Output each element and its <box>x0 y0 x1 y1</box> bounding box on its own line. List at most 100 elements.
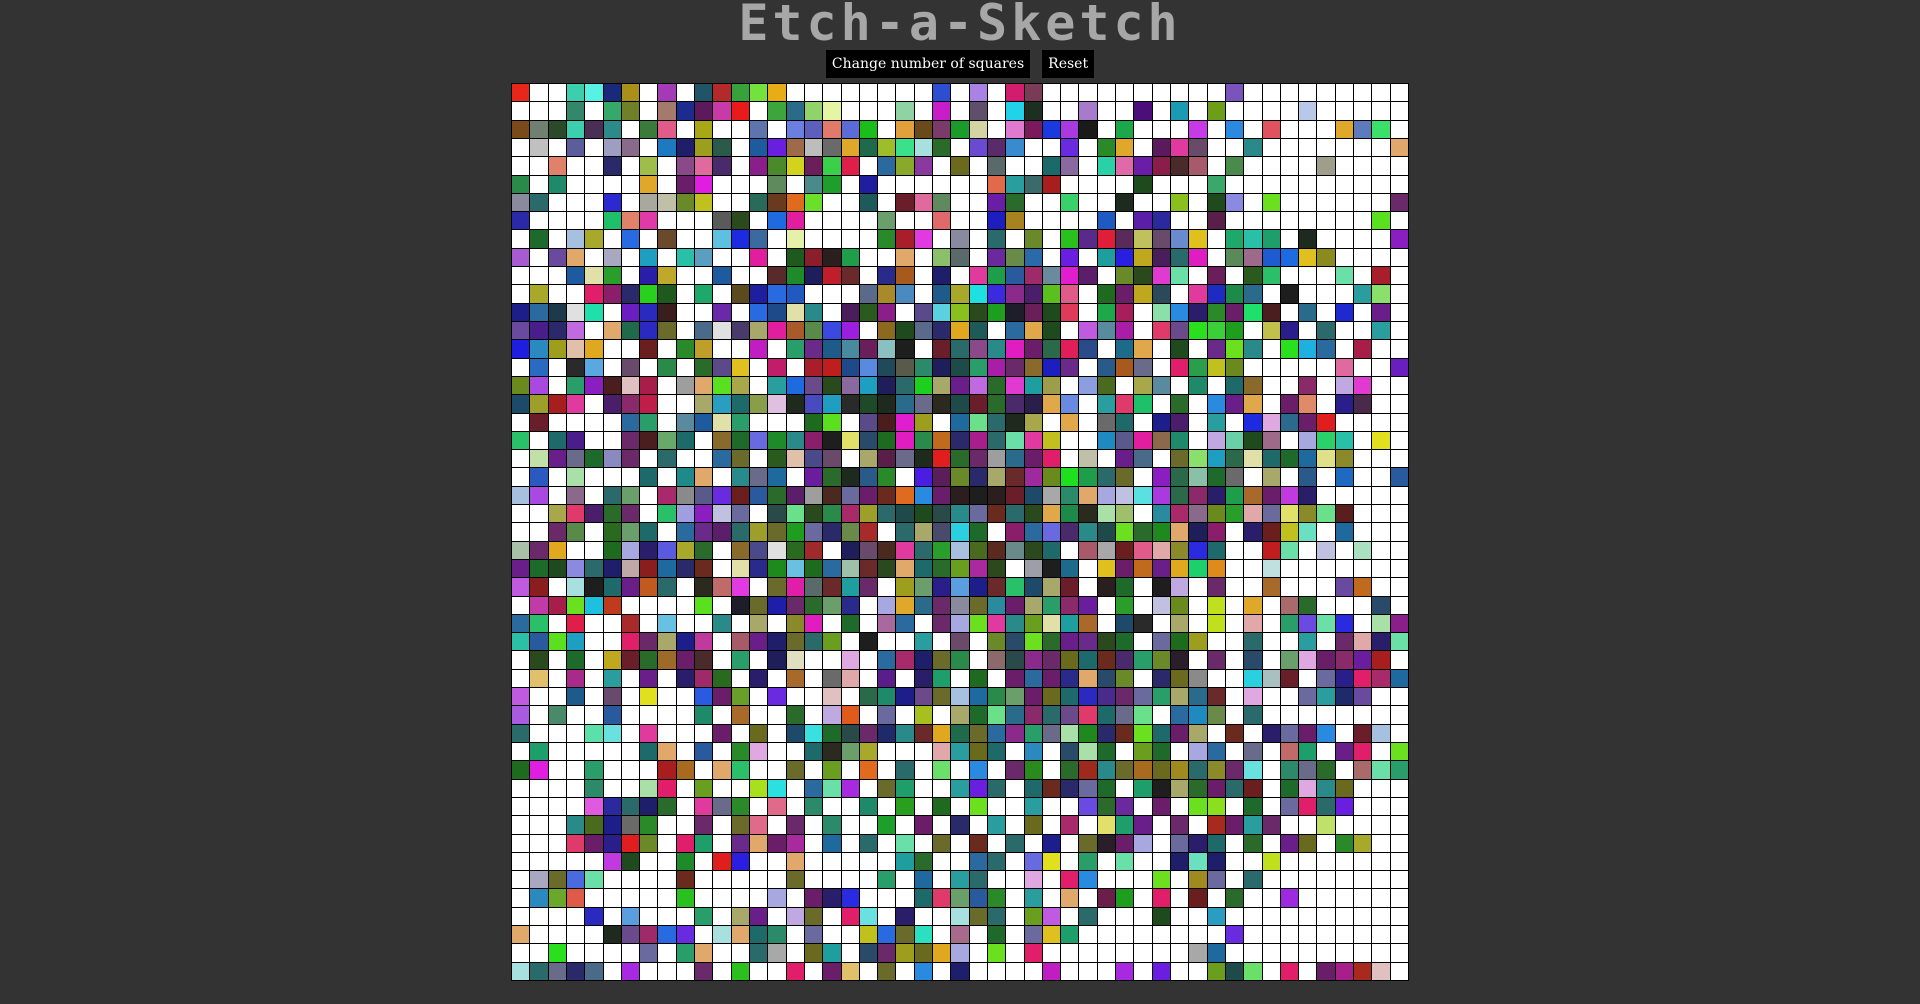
grid-square[interactable] <box>1134 84 1152 102</box>
grid-square[interactable] <box>1061 303 1079 321</box>
grid-square[interactable] <box>530 688 548 706</box>
grid-square[interactable] <box>548 102 566 120</box>
grid-square[interactable] <box>530 743 548 761</box>
grid-square[interactable] <box>969 450 987 468</box>
grid-square[interactable] <box>695 596 713 614</box>
grid-square[interactable] <box>1299 743 1317 761</box>
grid-square[interactable] <box>1079 688 1097 706</box>
grid-square[interactable] <box>768 688 786 706</box>
grid-square[interactable] <box>1152 926 1171 944</box>
grid-square[interactable] <box>713 706 731 724</box>
grid-square[interactable] <box>878 889 896 907</box>
grid-square[interactable] <box>1097 230 1116 248</box>
grid-square[interactable] <box>823 84 841 102</box>
grid-square[interactable] <box>1262 816 1280 834</box>
grid-square[interactable] <box>1335 779 1354 797</box>
grid-square[interactable] <box>695 871 713 889</box>
grid-square[interactable] <box>1372 431 1390 450</box>
grid-square[interactable] <box>1116 248 1134 267</box>
grid-square[interactable] <box>676 871 695 889</box>
grid-square[interactable] <box>1097 340 1116 358</box>
grid-square[interactable] <box>1097 834 1116 852</box>
grid-square[interactable] <box>585 248 603 267</box>
grid-square[interactable] <box>1042 852 1061 871</box>
grid-square[interactable] <box>878 175 896 193</box>
grid-square[interactable] <box>1372 175 1390 193</box>
grid-square[interactable] <box>804 450 823 468</box>
grid-square[interactable] <box>878 395 896 413</box>
grid-square[interactable] <box>1225 688 1244 706</box>
grid-square[interactable] <box>1171 321 1189 340</box>
grid-square[interactable] <box>896 138 914 157</box>
grid-square[interactable] <box>603 285 621 303</box>
grid-square[interactable] <box>695 816 713 834</box>
grid-square[interactable] <box>987 541 1006 559</box>
grid-square[interactable] <box>987 468 1006 486</box>
grid-square[interactable] <box>1317 706 1335 724</box>
grid-square[interactable] <box>859 212 878 230</box>
grid-square[interactable] <box>695 303 713 321</box>
grid-square[interactable] <box>914 212 933 230</box>
grid-square[interactable] <box>1335 614 1354 633</box>
grid-square[interactable] <box>749 157 768 175</box>
grid-square[interactable] <box>566 797 585 816</box>
grid-square[interactable] <box>1024 358 1042 376</box>
grid-square[interactable] <box>640 578 658 596</box>
grid-square[interactable] <box>804 120 823 138</box>
grid-square[interactable] <box>676 120 695 138</box>
grid-square[interactable] <box>512 706 530 724</box>
grid-square[interactable] <box>530 303 548 321</box>
grid-square[interactable] <box>1372 743 1390 761</box>
grid-square[interactable] <box>1042 248 1061 267</box>
grid-square[interactable] <box>1207 450 1225 468</box>
grid-square[interactable] <box>1134 468 1152 486</box>
grid-square[interactable] <box>603 907 621 926</box>
grid-square[interactable] <box>1299 267 1317 285</box>
grid-square[interactable] <box>859 285 878 303</box>
grid-square[interactable] <box>1280 212 1299 230</box>
grid-square[interactable] <box>768 907 786 926</box>
grid-square[interactable] <box>731 761 749 779</box>
grid-square[interactable] <box>512 505 530 523</box>
grid-square[interactable] <box>585 523 603 541</box>
grid-square[interactable] <box>1171 852 1189 871</box>
grid-square[interactable] <box>1244 779 1262 797</box>
grid-square[interactable] <box>1354 559 1372 578</box>
grid-square[interactable] <box>749 395 768 413</box>
grid-square[interactable] <box>878 706 896 724</box>
grid-square[interactable] <box>1335 120 1354 138</box>
grid-square[interactable] <box>987 889 1006 907</box>
grid-square[interactable] <box>1225 102 1244 120</box>
grid-square[interactable] <box>1189 578 1207 596</box>
grid-square[interactable] <box>1299 871 1317 889</box>
grid-square[interactable] <box>896 926 914 944</box>
grid-square[interactable] <box>731 596 749 614</box>
grid-square[interactable] <box>1207 523 1225 541</box>
grid-square[interactable] <box>731 267 749 285</box>
grid-square[interactable] <box>1006 669 1024 688</box>
grid-square[interactable] <box>1335 669 1354 688</box>
grid-square[interactable] <box>1390 212 1408 230</box>
grid-square[interactable] <box>1006 578 1024 596</box>
grid-square[interactable] <box>658 175 676 193</box>
grid-square[interactable] <box>1207 285 1225 303</box>
grid-square[interactable] <box>1280 395 1299 413</box>
grid-square[interactable] <box>658 321 676 340</box>
grid-square[interactable] <box>768 559 786 578</box>
grid-square[interactable] <box>951 743 969 761</box>
grid-square[interactable] <box>823 212 841 230</box>
grid-square[interactable] <box>1244 926 1262 944</box>
grid-square[interactable] <box>1079 669 1097 688</box>
grid-square[interactable] <box>804 944 823 962</box>
grid-square[interactable] <box>695 376 713 395</box>
grid-square[interactable] <box>731 175 749 193</box>
grid-square[interactable] <box>1244 505 1262 523</box>
grid-square[interactable] <box>859 871 878 889</box>
grid-square[interactable] <box>530 834 548 852</box>
grid-square[interactable] <box>914 230 933 248</box>
grid-square[interactable] <box>1171 614 1189 633</box>
grid-square[interactable] <box>1189 743 1207 761</box>
grid-square[interactable] <box>731 926 749 944</box>
grid-square[interactable] <box>1024 816 1042 834</box>
grid-square[interactable] <box>1372 84 1390 102</box>
